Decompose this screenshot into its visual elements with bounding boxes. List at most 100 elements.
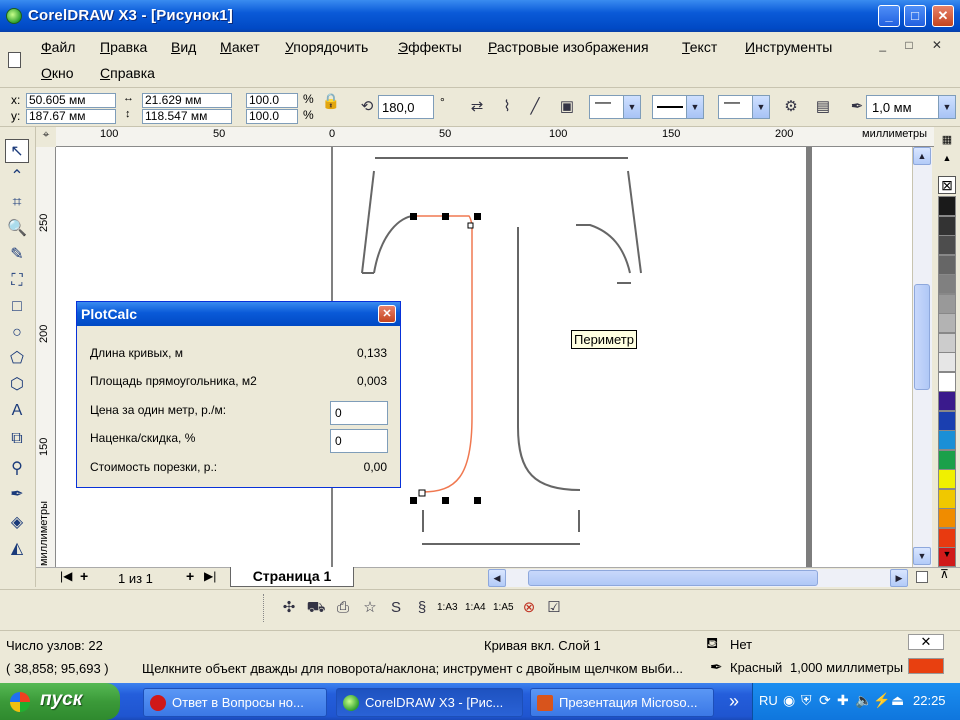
palette-swatch[interactable] (938, 215, 956, 236)
outline-tool-icon[interactable]: ✒ (5, 483, 29, 507)
palette-swatch[interactable] (938, 410, 956, 431)
selected-curve[interactable] (413, 215, 473, 493)
basic-shapes-tool-icon[interactable]: ⬡ (5, 373, 29, 397)
task-powerpoint[interactable]: Презентация Microso... (530, 688, 714, 717)
to-curve-icon[interactable]: ⌇ (496, 96, 518, 118)
tray-update-icon[interactable]: ⟳ (819, 692, 831, 709)
coreldraw-app-icon[interactable] (6, 8, 22, 24)
freehand-tool-icon[interactable]: ✎ (5, 243, 29, 267)
menu-effects[interactable]: Эффекты (398, 39, 462, 55)
properties-icon[interactable]: ▤ (812, 96, 834, 118)
eyedropper-tool-icon[interactable]: ⚲ (5, 457, 29, 481)
markup-input[interactable]: 0 (330, 429, 388, 453)
title-bar[interactable]: CorelDRAW X3 - [Рисунок1] _ □ ✕ (0, 0, 960, 32)
palette-scroll-up-icon[interactable]: ▲ (938, 153, 956, 167)
menu-tools[interactable]: Инструменты (745, 39, 832, 55)
x-position-field[interactable]: 50.605 мм (26, 93, 116, 108)
palette-swatch[interactable] (938, 313, 956, 333)
horizontal-ruler[interactable] (56, 127, 936, 147)
first-page-button[interactable]: |◀ (60, 569, 72, 583)
combine-icon[interactable]: ▣ (556, 96, 578, 118)
vehicle-icon[interactable]: ⛟ (305, 597, 327, 619)
ruler-origin-icon[interactable]: ⌖ (36, 127, 56, 147)
outline-width-dropdown[interactable]: 1,0 мм ▼ (866, 95, 956, 119)
start-arrow-dropdown[interactable]: — ▼ (589, 94, 641, 119)
star-icon[interactable]: ☆ (359, 597, 381, 619)
menu-window[interactable]: Окно (41, 65, 74, 81)
scroll-right-button[interactable]: ▶ (890, 569, 908, 587)
palette-swatch[interactable] (938, 293, 956, 314)
palette-scroll-down-icon[interactable]: ▼ (938, 549, 956, 563)
line-tool-icon[interactable]: ╱ (524, 96, 546, 118)
zoom-tool-icon[interactable]: 🔍 (5, 217, 29, 241)
palette-swatch[interactable] (938, 235, 956, 255)
document-icon[interactable] (8, 52, 21, 68)
quick-launch-chevron-icon[interactable]: » (720, 686, 748, 716)
height-field[interactable]: 118.547 мм (142, 109, 232, 124)
palette-swatch[interactable] (938, 196, 956, 216)
menu-edit[interactable]: Правка (100, 39, 147, 55)
printer-icon[interactable]: ⎙ (332, 597, 354, 619)
palette-swatch[interactable] (938, 391, 956, 411)
interactive-blend-tool-icon[interactable]: ⧉ (5, 427, 29, 451)
rectangle-tool-icon[interactable]: □ (5, 295, 29, 319)
no-color-swatch[interactable]: ⊠ (938, 176, 956, 194)
palette-swatch[interactable] (938, 508, 956, 528)
mirror-icon[interactable]: ⇄ (466, 96, 488, 118)
tray-shield-icon[interactable]: ⛨ (801, 692, 812, 709)
menu-bitmaps[interactable]: Растровые изображения (488, 39, 649, 55)
scale-a3-button[interactable]: 1:A3 (437, 602, 458, 613)
shape-edit-tool-icon[interactable]: ⌃ (5, 165, 29, 189)
minimize-button[interactable]: _ (878, 5, 900, 27)
add-page-before-button[interactable]: + (80, 568, 88, 584)
navigator-button[interactable] (916, 571, 928, 583)
maximize-button[interactable]: □ (904, 5, 926, 27)
curve-node-bottom[interactable] (418, 489, 426, 497)
ellipse-tool-icon[interactable]: ○ (5, 321, 29, 345)
lock-ratio-icon[interactable]: 🔒 (320, 91, 342, 113)
menu-file[interactable]: Файл (41, 39, 75, 55)
tray-hardware-icon[interactable]: ⏏ (891, 692, 904, 709)
plotcalc-title-bar[interactable]: PlotCalc ✕ (77, 302, 400, 326)
horizontal-scroll-thumb[interactable] (528, 570, 818, 586)
letter-t-outline[interactable] (361, 157, 642, 545)
close-button[interactable]: ✕ (932, 5, 954, 27)
document-window-controls[interactable]: _ □ ✕ (879, 38, 950, 52)
outline-color-swatch[interactable] (908, 658, 944, 674)
tab-page-1[interactable]: Страница 1 (230, 567, 354, 587)
tray-antivirus-icon[interactable]: ✚ (837, 692, 849, 709)
checklist-icon[interactable]: ☑ (543, 597, 565, 619)
palette-swatch[interactable] (938, 469, 956, 489)
no-fill-swatch[interactable]: ✕ (908, 634, 944, 650)
fill-tool-icon[interactable]: ◈ (5, 511, 29, 535)
scale-y-field[interactable]: 100.0 (246, 109, 298, 124)
scale-x-field[interactable]: 100.0 (246, 93, 298, 108)
menu-view[interactable]: Вид (171, 39, 196, 55)
s-curve-icon[interactable]: S (385, 597, 407, 619)
scale-a4-button[interactable]: 1:A4 (465, 602, 486, 613)
palette-swatch[interactable] (938, 274, 956, 294)
vertical-scrollbar[interactable]: ▲ ▼ (912, 147, 932, 567)
language-indicator[interactable]: RU (759, 693, 778, 708)
end-arrow-dropdown[interactable]: — ▼ (718, 94, 770, 119)
last-page-button[interactable]: ▶| (204, 569, 216, 583)
plotcalc-close-button[interactable]: ✕ (378, 305, 396, 323)
price-per-meter-input[interactable]: 0 (330, 401, 388, 425)
smart-fill-tool-icon[interactable]: ⛶ (5, 269, 29, 293)
task-opera[interactable]: Ответ в Вопросы но... (143, 688, 327, 717)
palette-swatch[interactable] (938, 488, 956, 509)
s-curve-alt-icon[interactable]: § (411, 597, 433, 619)
start-button[interactable]: пуск (0, 683, 120, 720)
menu-layout[interactable]: Макет (220, 39, 260, 55)
y-position-field[interactable]: 187.67 мм (26, 109, 116, 124)
tray-volume-icon[interactable]: 🔈 (855, 692, 872, 709)
horizontal-scrollbar[interactable]: ◀ ▶ (488, 569, 908, 587)
text-tool-icon[interactable]: A (5, 399, 29, 423)
line-style-dropdown[interactable]: ▼ (652, 95, 704, 119)
shape-tool-icon[interactable]: ⚙ (780, 96, 802, 118)
palette-swatch[interactable] (938, 332, 956, 353)
rotation-field[interactable]: 180,0 (378, 95, 434, 119)
interactive-fill-tool-icon[interactable]: ◭ (5, 537, 29, 561)
palette-end-icon[interactable]: ⊼ (940, 567, 949, 581)
polygon-tool-icon[interactable]: ⬠ (5, 347, 29, 371)
